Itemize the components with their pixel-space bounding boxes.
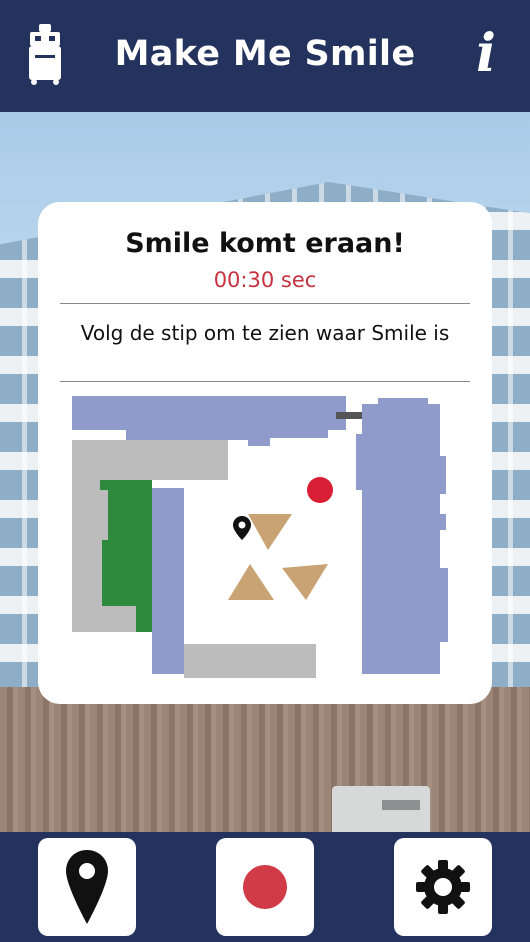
divider-top — [60, 303, 470, 304]
floor-map — [72, 396, 448, 678]
divider-bottom — [60, 381, 470, 382]
robot-box — [332, 786, 430, 832]
app-header: Make Me Smile i — [0, 0, 530, 112]
status-card: Smile komt eraan! 00:30 sec Volg de stip… — [38, 202, 492, 704]
info-icon[interactable]: i — [468, 26, 504, 82]
map-obstacle-2 — [228, 564, 274, 600]
map-area-grey-bottom — [184, 644, 316, 678]
instruction-text: Volg de stip om te zien waar Smile is — [80, 321, 450, 345]
record-button[interactable] — [216, 838, 314, 936]
map-area-right-block — [356, 398, 448, 674]
robot-dot — [307, 477, 333, 503]
card-title: Smile komt eraan! — [125, 228, 405, 259]
app-title: Make Me Smile — [114, 34, 416, 74]
fence — [0, 687, 530, 832]
bottom-nav — [0, 832, 530, 942]
map-doorway — [336, 412, 362, 419]
map-area-center-strip — [152, 488, 184, 674]
map-obstacle-3 — [282, 564, 328, 600]
location-button[interactable] — [38, 838, 136, 936]
map-area-top-band — [72, 396, 346, 446]
map-area-grey-top — [72, 440, 228, 480]
location-pin-icon — [66, 850, 108, 924]
map-obstacle-1 — [248, 514, 292, 550]
record-dot-icon — [243, 865, 287, 909]
settings-button[interactable] — [394, 838, 492, 936]
location-pin-icon — [233, 516, 251, 540]
gear-icon — [416, 860, 470, 914]
countdown-timer: 00:30 sec — [213, 268, 317, 292]
robot-box-slot — [382, 800, 420, 810]
